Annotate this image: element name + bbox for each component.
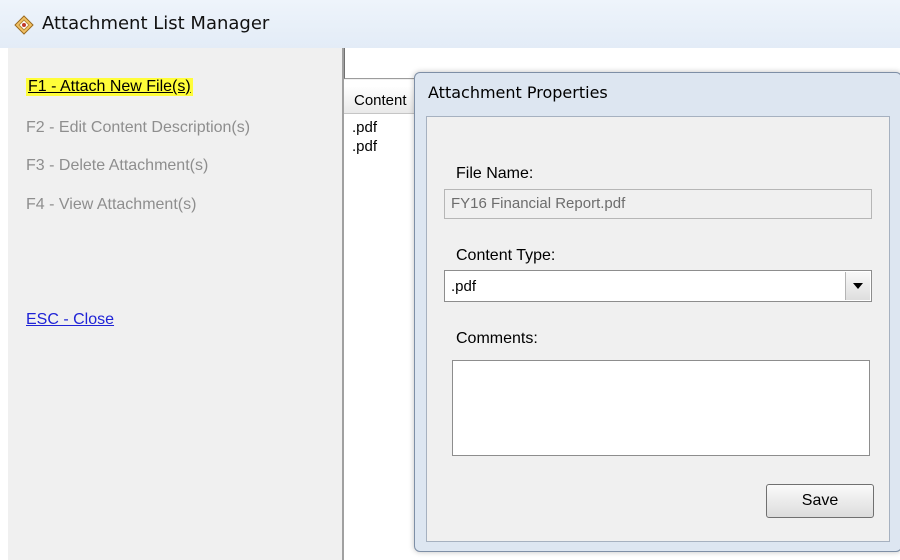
app-diamond-icon	[14, 15, 34, 35]
content-type-value: .pdf	[451, 278, 477, 295]
chevron-down-icon	[853, 283, 863, 289]
content-type-select[interactable]: .pdf	[444, 270, 872, 302]
file-name-label: File Name:	[456, 165, 534, 182]
esc-close-link[interactable]: ESC - Close	[26, 311, 114, 329]
table-row[interactable]: .pdf	[352, 138, 377, 155]
table-row[interactable]: .pdf	[352, 119, 377, 136]
comments-field[interactable]	[452, 360, 870, 456]
delete-attachments-link[interactable]: F3 - Delete Attachment(s)	[26, 157, 208, 175]
file-name-field: FY16 Financial Report.pdf	[444, 189, 872, 219]
attach-new-files-link[interactable]: F1 - Attach New File(s)	[26, 78, 193, 96]
comments-label: Comments:	[456, 330, 538, 347]
view-attachments-link[interactable]: F4 - View Attachment(s)	[26, 196, 196, 214]
content-type-label: Content Type:	[456, 247, 556, 264]
dropdown-button[interactable]	[845, 272, 870, 300]
column-header-content[interactable]: Content	[354, 92, 407, 109]
window-title: Attachment List Manager	[42, 13, 270, 34]
edit-content-description-link[interactable]: F2 - Edit Content Description(s)	[26, 119, 250, 137]
dialog-title: Attachment Properties	[428, 83, 608, 102]
title-bar: Attachment List Manager	[0, 0, 900, 48]
save-button[interactable]: Save	[766, 484, 874, 518]
